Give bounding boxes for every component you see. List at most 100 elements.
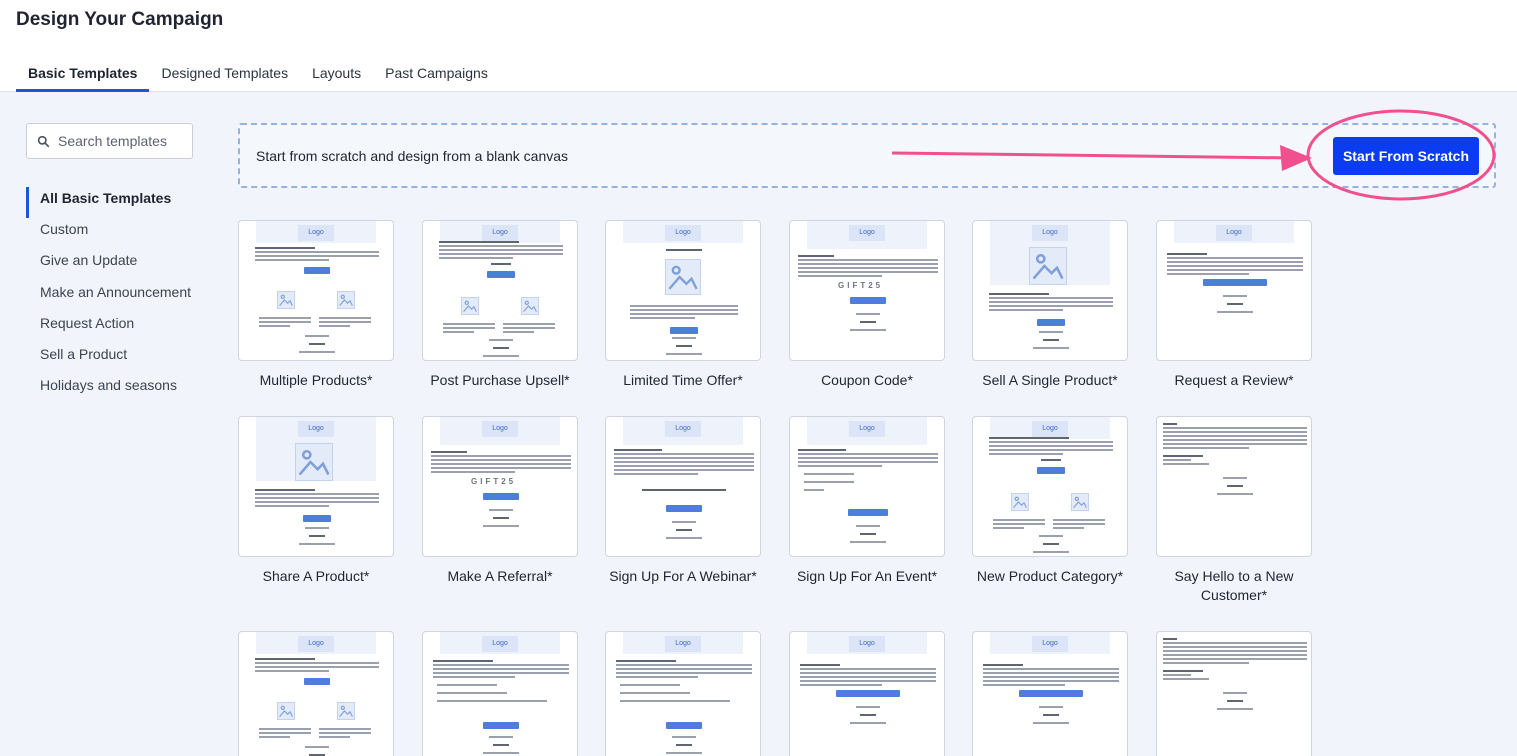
text-line bbox=[666, 752, 702, 754]
template-label: Limited Time Offer* bbox=[623, 372, 743, 388]
text-line bbox=[1163, 642, 1307, 644]
text-line bbox=[1033, 347, 1069, 349]
start-from-scratch-button[interactable]: Start From Scratch bbox=[1333, 137, 1479, 175]
template-thumbnail[interactable]: Logo bbox=[789, 416, 945, 557]
text-line bbox=[255, 489, 315, 491]
template-card[interactable]: Say Hello to a New Customer* bbox=[1156, 416, 1312, 605]
tab-designed-templates[interactable]: Designed Templates bbox=[149, 58, 300, 92]
cta-bar bbox=[670, 327, 698, 334]
text-line bbox=[1223, 477, 1247, 479]
text-line bbox=[433, 672, 569, 674]
template-label: Sign Up For An Event* bbox=[796, 568, 938, 584]
template-thumbnail[interactable]: Logo bbox=[972, 220, 1128, 361]
text-line bbox=[1227, 700, 1243, 702]
template-card[interactable]: Logo New Product Category* bbox=[972, 416, 1128, 586]
cta-bar bbox=[1037, 319, 1065, 326]
cta-bar bbox=[487, 271, 515, 278]
tab-layouts[interactable]: Layouts bbox=[300, 58, 373, 92]
template-thumbnail[interactable]: Logo bbox=[972, 416, 1128, 557]
text-line bbox=[620, 700, 730, 702]
template-thumbnail[interactable] bbox=[1156, 416, 1312, 557]
template-card[interactable]: Logo bbox=[605, 631, 761, 756]
template-thumbnail[interactable]: Logo bbox=[605, 631, 761, 756]
template-thumbnail[interactable]: Logo bbox=[238, 220, 394, 361]
template-card[interactable]: Logo Request a Review* bbox=[1156, 220, 1312, 390]
text-line bbox=[255, 670, 330, 672]
text-line bbox=[255, 259, 330, 261]
sidebar-item-make-an-announcement[interactable]: Make an Announcement bbox=[26, 281, 216, 312]
tab-basic-templates[interactable]: Basic Templates bbox=[16, 58, 150, 92]
text-line bbox=[503, 327, 555, 329]
template-thumbnail[interactable]: Logo bbox=[238, 631, 394, 756]
template-thumbnail[interactable]: Logo bbox=[1156, 220, 1312, 361]
sidebar-item-give-an-update[interactable]: Give an Update bbox=[26, 249, 216, 280]
text-line bbox=[614, 461, 754, 463]
template-thumbnail[interactable]: Logo bbox=[605, 220, 761, 361]
template-card[interactable]: Logo Sign Up For An Event* bbox=[789, 416, 945, 586]
template-card[interactable]: Logo GIFT25 Make A Referral* bbox=[422, 416, 578, 586]
template-card[interactable]: Logo Sign Up For A Webinar* bbox=[605, 416, 761, 586]
text-line bbox=[993, 527, 1025, 529]
template-card[interactable]: Logo Share A Product* bbox=[238, 416, 394, 586]
text-line bbox=[259, 728, 311, 730]
search-input[interactable] bbox=[58, 133, 188, 149]
image-placeholder-icon bbox=[1011, 493, 1029, 511]
text-line bbox=[1039, 706, 1063, 708]
search-box[interactable] bbox=[26, 123, 193, 159]
template-label: Coupon Code* bbox=[821, 372, 913, 388]
template-thumbnail[interactable]: Logo GIFT25 bbox=[422, 416, 578, 557]
image-placeholder-icon bbox=[277, 702, 295, 720]
template-thumbnail[interactable] bbox=[1156, 631, 1312, 756]
logo-placeholder: Logo bbox=[482, 421, 518, 437]
logo-placeholder: Logo bbox=[482, 636, 518, 652]
text-line bbox=[1043, 543, 1059, 545]
template-card[interactable]: Logo Multiple Products* bbox=[238, 220, 394, 390]
text-line bbox=[1167, 253, 1207, 255]
template-card[interactable]: Logo Post Purchase Upsell* bbox=[422, 220, 578, 390]
text-line bbox=[672, 521, 696, 523]
text-line bbox=[431, 451, 467, 453]
template-card[interactable]: Logo bbox=[422, 631, 578, 756]
logo-placeholder: Logo bbox=[482, 225, 518, 241]
text-line bbox=[431, 459, 571, 461]
sidebar-item-holidays-and-seasons[interactable]: Holidays and seasons bbox=[26, 374, 216, 405]
text-line bbox=[483, 525, 519, 527]
tab-past-campaigns[interactable]: Past Campaigns bbox=[373, 58, 500, 92]
text-line bbox=[299, 543, 335, 545]
sidebar-item-all-basic-templates[interactable]: All Basic Templates bbox=[26, 187, 216, 219]
text-line bbox=[630, 313, 738, 315]
text-line bbox=[255, 247, 315, 249]
sidebar-item-sell-a-product[interactable]: Sell a Product bbox=[26, 343, 216, 374]
template-thumbnail[interactable]: Logo bbox=[789, 631, 945, 756]
template-thumbnail[interactable]: Logo bbox=[422, 220, 578, 361]
text-line bbox=[798, 267, 938, 269]
text-line bbox=[489, 339, 513, 341]
template-card[interactable] bbox=[1156, 631, 1312, 756]
text-line bbox=[989, 293, 1049, 295]
template-card[interactable]: Logo bbox=[238, 631, 394, 756]
text-line bbox=[630, 317, 695, 319]
text-line bbox=[255, 662, 379, 664]
template-thumbnail[interactable]: Logo bbox=[605, 416, 761, 557]
sidebar-item-custom[interactable]: Custom bbox=[26, 218, 216, 249]
text-line bbox=[433, 668, 569, 670]
sidebar-item-request-action[interactable]: Request Action bbox=[26, 312, 216, 343]
text-line bbox=[255, 666, 379, 668]
text-line bbox=[642, 489, 726, 491]
template-thumbnail[interactable]: Logo bbox=[422, 631, 578, 756]
logo-placeholder: Logo bbox=[1032, 225, 1068, 241]
text-line bbox=[983, 684, 1065, 686]
text-line bbox=[989, 445, 1113, 447]
template-card[interactable]: Logo Limited Time Offer* bbox=[605, 220, 761, 390]
template-card[interactable]: Logo bbox=[789, 631, 945, 756]
text-line bbox=[630, 309, 738, 311]
text-line bbox=[798, 461, 938, 463]
template-thumbnail[interactable]: Logo bbox=[972, 631, 1128, 756]
template-card[interactable]: Logo GIFT25 Coupon Code* bbox=[789, 220, 945, 390]
text-line bbox=[1167, 269, 1303, 271]
template-thumbnail[interactable]: Logo bbox=[238, 416, 394, 557]
template-card[interactable]: Logo bbox=[972, 631, 1128, 756]
template-thumbnail[interactable]: Logo GIFT25 bbox=[789, 220, 945, 361]
cta-bar bbox=[666, 722, 702, 729]
template-card[interactable]: Logo Sell A Single Product* bbox=[972, 220, 1128, 390]
